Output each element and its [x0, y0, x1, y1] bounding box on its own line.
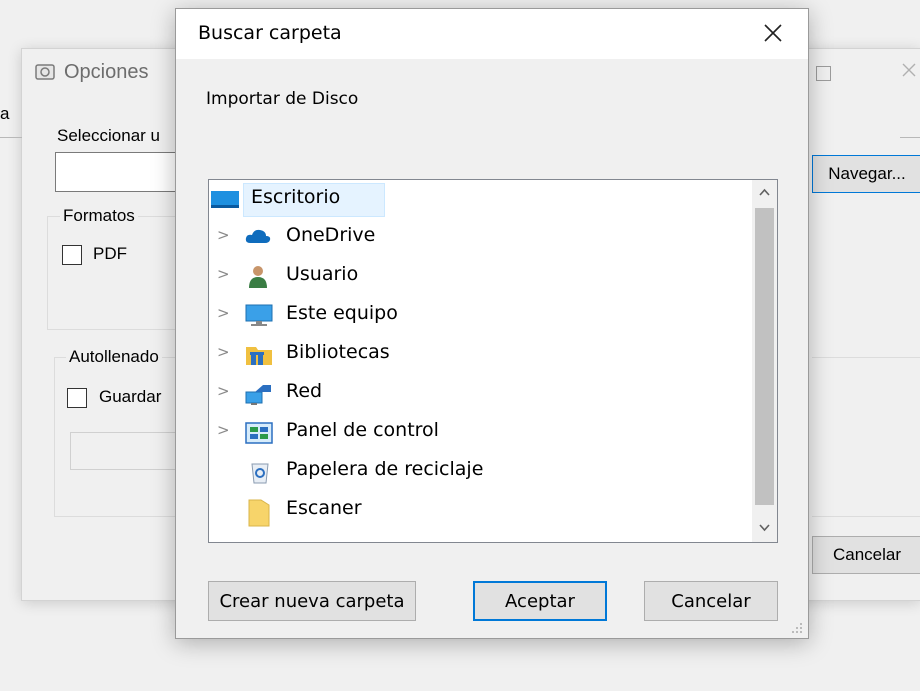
tree-item-bibliotecas[interactable]: > Bibliotecas: [209, 335, 753, 373]
dialog-title: Buscar carpeta: [198, 22, 342, 44]
cloud-icon: [245, 226, 271, 248]
underlying-window-text: a: [0, 104, 10, 123]
chevron-right-icon[interactable]: >: [217, 265, 230, 283]
scroll-thumb[interactable]: [755, 208, 774, 505]
dialog-titlebar: Buscar carpeta: [176, 9, 808, 59]
desktop-icon: [211, 188, 239, 210]
scroll-down-icon[interactable]: [757, 518, 772, 536]
dialog-cancel-button[interactable]: Cancelar: [644, 581, 778, 621]
chevron-right-icon[interactable]: >: [217, 421, 230, 439]
maximize-icon[interactable]: [816, 66, 831, 81]
tree-item-label: Escaner: [286, 497, 362, 519]
close-icon[interactable]: [902, 59, 916, 83]
control-panel-icon: [245, 421, 273, 444]
libraries-icon: [245, 343, 272, 365]
computer-icon: [245, 304, 273, 326]
tree-item-red[interactable]: > Red: [209, 374, 753, 412]
resize-grip-icon[interactable]: [790, 620, 804, 634]
tree-item-panel-de-control[interactable]: > Panel de control: [209, 413, 753, 451]
autofill-group-label: Autollenado: [66, 347, 162, 367]
formats-group-label: Formatos: [60, 206, 138, 226]
autofill-group-right-edge: [812, 357, 920, 517]
options-app-icon: [34, 61, 56, 83]
folder-tree[interactable]: Escritorio > OneDrive > Usuario > Este e…: [208, 179, 778, 543]
options-window-title: Opciones: [64, 61, 149, 83]
save-label: Guardar: [99, 387, 162, 406]
tree-item-escritorio[interactable]: Escritorio: [209, 180, 753, 218]
tree-item-label: Papelera de reciclaje: [286, 458, 484, 480]
pdf-checkbox[interactable]: [62, 245, 82, 265]
options-cancel-button[interactable]: Cancelar: [812, 536, 920, 574]
underlying-window-right-edge: [900, 137, 920, 138]
browse-folder-dialog: Buscar carpeta Importar de Disco Escrito…: [175, 8, 809, 639]
dialog-description: Importar de Disco: [206, 89, 359, 109]
tree-item-label: OneDrive: [286, 224, 376, 246]
ok-button[interactable]: Aceptar: [473, 581, 607, 621]
user-icon: [247, 265, 271, 288]
chevron-right-icon[interactable]: >: [217, 343, 230, 361]
scroll-up-icon[interactable]: [757, 184, 772, 202]
tree-item-label: Escritorio: [251, 186, 341, 208]
tree-item-label: Este equipo: [286, 302, 398, 324]
save-checkbox[interactable]: [67, 388, 87, 408]
folder-icon: [247, 499, 271, 527]
tree-item-label: Usuario: [286, 263, 359, 285]
tree-item-label: Panel de control: [286, 419, 439, 441]
recycle-bin-icon: [249, 460, 273, 484]
new-folder-button[interactable]: Crear nueva carpeta: [208, 581, 416, 621]
dialog-close-icon[interactable]: [760, 21, 786, 47]
tree-item-onedrive[interactable]: > OneDrive: [209, 218, 753, 256]
pdf-label: PDF: [93, 244, 127, 263]
tree-item-papelera[interactable]: Papelera de reciclaje: [209, 452, 753, 490]
chevron-right-icon[interactable]: >: [217, 226, 230, 244]
browse-button[interactable]: Navegar...: [812, 155, 920, 193]
tree-item-label: Red: [286, 380, 323, 402]
tree-scrollbar[interactable]: [752, 180, 777, 542]
select-folder-label: Seleccionar u: [57, 126, 161, 145]
chevron-right-icon[interactable]: >: [217, 304, 230, 322]
tree-item-label: Bibliotecas: [286, 341, 390, 363]
chevron-right-icon[interactable]: >: [217, 382, 230, 400]
network-icon: [245, 382, 271, 405]
underlying-window-left-edge: [0, 137, 22, 138]
tree-item-escaner[interactable]: Escaner: [209, 491, 753, 529]
tree-item-este-equipo[interactable]: > Este equipo: [209, 296, 753, 334]
tree-item-usuario[interactable]: > Usuario: [209, 257, 753, 295]
